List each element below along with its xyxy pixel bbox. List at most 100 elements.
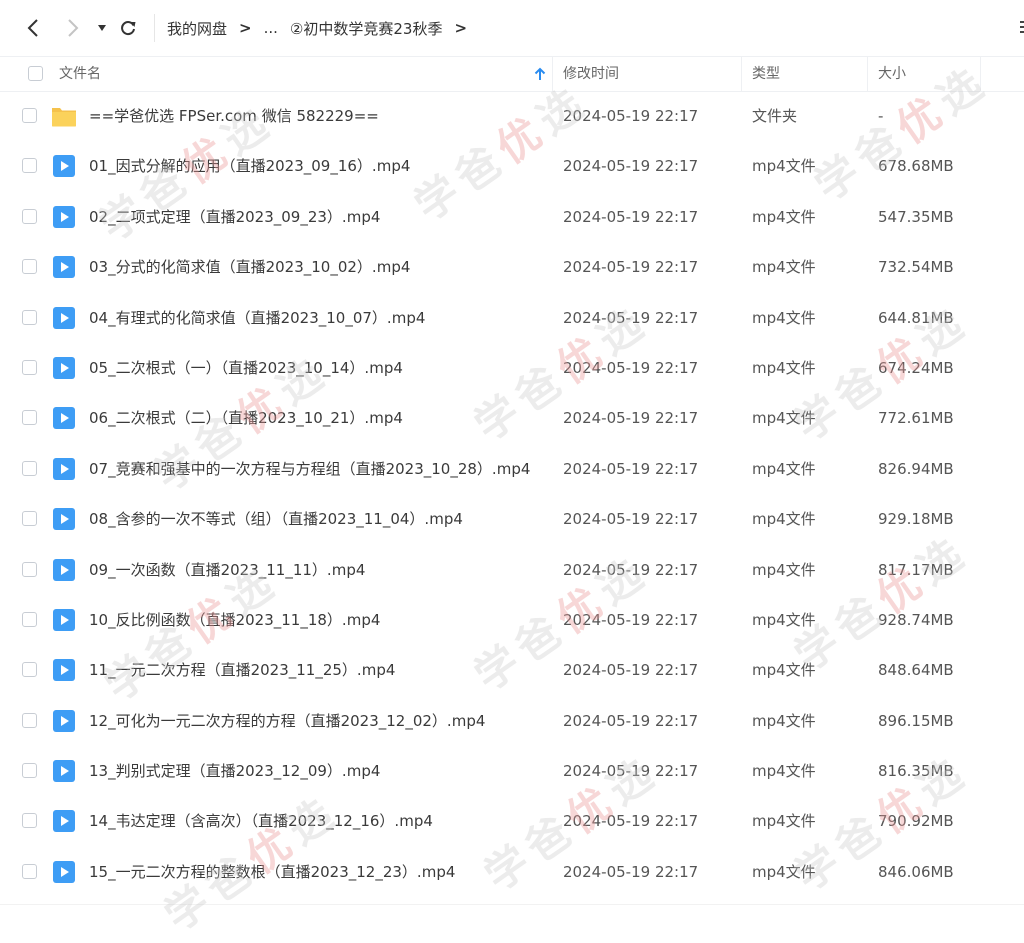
file-type: mp4文件	[752, 862, 816, 881]
file-row[interactable]: ==学爸优选 FPSer.com 微信 582229== 2024-05-19 2…	[0, 91, 1024, 141]
file-name[interactable]: 13_判别式定理（直播2023_12_09）.mp4	[89, 746, 380, 796]
file-row[interactable]: 03_分式的化简求值（直播2023_10_02）.mp4 2024-05-19 2…	[0, 242, 1024, 292]
row-checkbox[interactable]	[22, 259, 37, 275]
breadcrumb-current[interactable]: ②初中数学竞赛23秋季	[290, 18, 443, 39]
row-checkbox[interactable]	[22, 763, 37, 779]
file-row[interactable]: 10_反比例函数（直播2023_11_18）.mp4 2024-05-19 22:…	[0, 595, 1024, 645]
file-name[interactable]: 04_有理式的化简求值（直播2023_10_07）.mp4	[89, 293, 425, 343]
toolbar: 我的网盘 > ... ②初中数学竞赛23秋季 >	[0, 0, 1024, 56]
file-modified-date: 2024-05-19 22:17	[563, 661, 699, 680]
file-row[interactable]: 07_竞赛和强基中的一次方程与方程组（直播2023_10_28）.mp4 2024…	[0, 444, 1024, 494]
column-header-modified[interactable]: 修改时间	[563, 57, 619, 91]
breadcrumb-separator: >	[454, 19, 468, 37]
file-row[interactable]: 09_一次函数（直播2023_11_11）.mp4 2024-05-19 22:1…	[0, 545, 1024, 595]
column-header-name[interactable]: 文件名	[59, 57, 101, 91]
row-checkbox[interactable]	[22, 712, 37, 728]
row-checkbox[interactable]	[22, 813, 37, 829]
row-checkbox[interactable]	[22, 208, 37, 224]
history-dropdown-button[interactable]	[90, 16, 114, 40]
video-file-icon	[51, 406, 77, 430]
chevron-left-icon	[27, 19, 38, 37]
file-name[interactable]: 15_一元二次方程的整数根（直播2023_12_23）.mp4	[89, 847, 455, 897]
file-name[interactable]: 01_因式分解的应用（直播2023_09_16）.mp4	[89, 141, 410, 191]
file-modified-date: 2024-05-19 22:17	[563, 207, 699, 226]
file-row[interactable]: 04_有理式的化简求值（直播2023_10_07）.mp4 2024-05-19 …	[0, 293, 1024, 343]
column-divider[interactable]	[867, 57, 868, 91]
file-row[interactable]: 06_二次根式（二）（直播2023_10_21）.mp4 2024-05-19 2…	[0, 393, 1024, 443]
file-row[interactable]: 15_一元二次方程的整数根（直播2023_12_23）.mp4 2024-05-1…	[0, 847, 1024, 897]
row-checkbox[interactable]	[22, 561, 37, 577]
breadcrumb: 我的网盘 > ... ②初中数学竞赛23秋季 >	[167, 0, 479, 56]
file-row[interactable]: 13_判别式定理（直播2023_12_09）.mp4 2024-05-19 22:…	[0, 746, 1024, 796]
forward-button[interactable]	[61, 16, 85, 40]
video-file-icon	[51, 709, 77, 733]
file-type: mp4文件	[752, 207, 816, 226]
file-row[interactable]: 01_因式分解的应用（直播2023_09_16）.mp4 2024-05-19 2…	[0, 141, 1024, 191]
row-checkbox[interactable]	[22, 309, 37, 325]
file-name[interactable]: 05_二次根式（一）（直播2023_10_14）.mp4	[89, 343, 403, 393]
video-file-icon	[51, 154, 77, 178]
folder-icon	[51, 104, 77, 128]
video-file-icon	[51, 507, 77, 531]
file-size: 790.92MB	[878, 812, 954, 831]
file-row[interactable]: 02_二项式定理（直播2023_09_23）.mp4 2024-05-19 22:…	[0, 192, 1024, 242]
select-all-checkbox[interactable]	[28, 66, 43, 81]
file-modified-date: 2024-05-19 22:17	[563, 358, 699, 377]
sort-ascending-icon[interactable]	[533, 66, 547, 82]
video-file-icon	[51, 860, 77, 884]
file-modified-date: 2024-05-19 22:17	[563, 107, 699, 125]
row-checkbox[interactable]	[22, 863, 37, 879]
file-name[interactable]: 02_二项式定理（直播2023_09_23）.mp4	[89, 192, 380, 242]
file-name[interactable]: 12_可化为一元二次方程的方程（直播2023_12_02）.mp4	[89, 696, 485, 746]
row-checkbox[interactable]	[22, 460, 37, 476]
file-name[interactable]: 09_一次函数（直播2023_11_11）.mp4	[89, 545, 365, 595]
breadcrumb-root[interactable]: 我的网盘	[167, 18, 227, 39]
row-checkbox[interactable]	[22, 511, 37, 527]
file-row[interactable]: 05_二次根式（一）（直播2023_10_14）.mp4 2024-05-19 2…	[0, 343, 1024, 393]
row-checkbox[interactable]	[22, 611, 37, 627]
file-name[interactable]: 11_一元二次方程（直播2023_11_25）.mp4	[89, 645, 395, 695]
file-type: mp4文件	[752, 812, 816, 831]
video-file-icon	[51, 356, 77, 380]
column-divider[interactable]	[552, 57, 553, 91]
breadcrumb-separator: >	[239, 19, 252, 37]
column-header-size[interactable]: 大小	[878, 57, 906, 91]
row-checkbox[interactable]	[22, 158, 37, 174]
column-header-type[interactable]: 类型	[752, 57, 780, 91]
row-checkbox[interactable]	[22, 108, 37, 123]
refresh-button[interactable]	[116, 16, 140, 40]
file-size: 929.18MB	[878, 510, 954, 529]
file-name[interactable]: 03_分式的化简求值（直播2023_10_02）.mp4	[89, 242, 410, 292]
file-row[interactable]: 11_一元二次方程（直播2023_11_25）.mp4 2024-05-19 22…	[0, 645, 1024, 695]
chevron-right-icon	[68, 19, 79, 37]
file-name[interactable]: ==学爸优选 FPSer.com 微信 582229==	[89, 91, 379, 141]
video-file-icon	[51, 558, 77, 582]
file-size: 674.24MB	[878, 358, 954, 377]
file-row[interactable]: 08_含参的一次不等式（组）（直播2023_11_04）.mp4 2024-05-…	[0, 494, 1024, 544]
file-name[interactable]: 07_竞赛和强基中的一次方程与方程组（直播2023_10_28）.mp4	[89, 444, 530, 494]
breadcrumb-ellipsis[interactable]: ...	[264, 19, 278, 37]
row-checkbox[interactable]	[22, 662, 37, 678]
file-name[interactable]: 06_二次根式（二）（直播2023_10_21）.mp4	[89, 393, 403, 443]
file-modified-date: 2024-05-19 22:17	[563, 711, 699, 730]
file-row[interactable]: 14_韦达定理（含高次）（直播2023_12_16）.mp4 2024-05-19…	[0, 796, 1024, 846]
more-menu-icon[interactable]	[1014, 16, 1024, 38]
file-type: mp4文件	[752, 762, 816, 781]
refresh-icon	[121, 21, 136, 36]
column-divider[interactable]	[980, 57, 981, 91]
file-name[interactable]: 08_含参的一次不等式（组）（直播2023_11_04）.mp4	[89, 494, 463, 544]
file-type: mp4文件	[752, 610, 816, 629]
file-name[interactable]: 10_反比例函数（直播2023_11_18）.mp4	[89, 595, 380, 645]
file-size: 826.94MB	[878, 459, 954, 478]
row-checkbox[interactable]	[22, 359, 37, 375]
video-file-icon	[51, 205, 77, 229]
back-button[interactable]	[21, 16, 45, 40]
file-name[interactable]: 14_韦达定理（含高次）（直播2023_12_16）.mp4	[89, 796, 433, 846]
row-checkbox[interactable]	[22, 410, 37, 426]
file-list: ==学爸优选 FPSer.com 微信 582229== 2024-05-19 2…	[0, 91, 1024, 897]
video-file-icon	[51, 608, 77, 632]
file-type: mp4文件	[752, 661, 816, 680]
list-bottom-border	[0, 904, 1024, 905]
file-row[interactable]: 12_可化为一元二次方程的方程（直播2023_12_02）.mp4 2024-05…	[0, 696, 1024, 746]
column-divider[interactable]	[741, 57, 742, 91]
